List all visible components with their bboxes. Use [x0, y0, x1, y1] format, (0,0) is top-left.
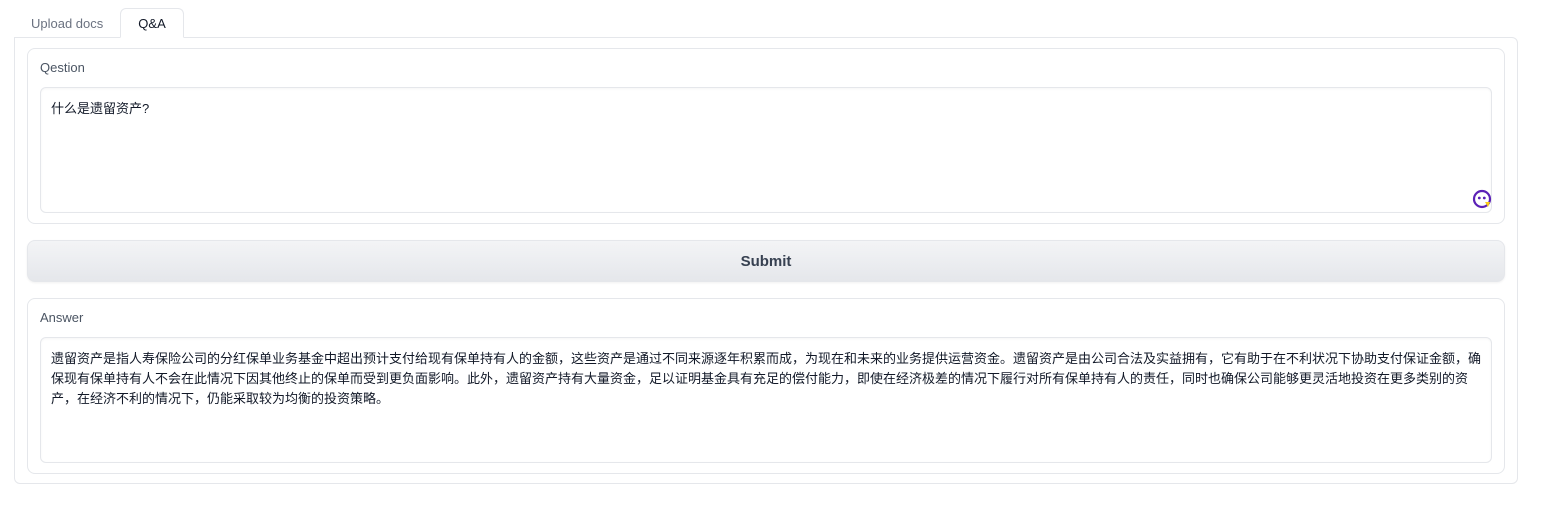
qa-tab-panel: Qestion 什么是遗留资产? Submit Answer 遗留资产是指人寿保…	[14, 37, 1518, 484]
tab-bar: Upload docs Q&A	[14, 8, 184, 38]
question-block: Qestion 什么是遗留资产?	[27, 48, 1505, 224]
tab-qa[interactable]: Q&A	[120, 8, 184, 38]
answer-label: Answer	[40, 310, 84, 325]
submit-button[interactable]: Submit	[27, 240, 1505, 282]
grammar-assistant-icon[interactable]	[1472, 189, 1492, 209]
question-textarea[interactable]: 什么是遗留资产?	[40, 87, 1492, 213]
question-label: Qestion	[40, 60, 85, 75]
tab-upload-docs[interactable]: Upload docs	[14, 8, 120, 38]
answer-block: Answer 遗留资产是指人寿保险公司的分红保单业务基金中超出预计支付给现有保单…	[27, 298, 1505, 474]
answer-textarea[interactable]: 遗留资产是指人寿保险公司的分红保单业务基金中超出预计支付给现有保单持有人的金额，…	[40, 337, 1492, 463]
